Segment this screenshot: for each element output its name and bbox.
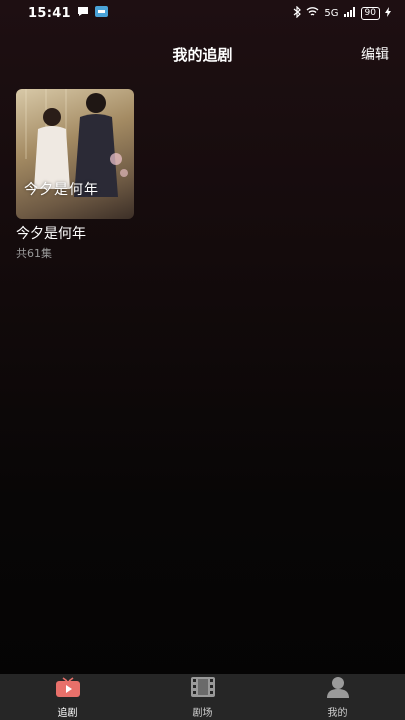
battery-icon: 90 xyxy=(360,6,380,20)
bluetooth-icon xyxy=(293,5,302,21)
tab-follow[interactable]: 追剧 xyxy=(28,676,108,719)
edit-button[interactable]: 编辑 xyxy=(361,44,389,64)
status-time: 15:41 xyxy=(28,5,71,21)
tab-label-mine: 我的 xyxy=(327,707,348,719)
poster-title: 今夕是何年 xyxy=(24,182,99,198)
wifi-icon xyxy=(306,6,319,20)
tab-label-theater: 剧场 xyxy=(192,707,213,719)
drama-title[interactable]: 今夕是何年 xyxy=(16,223,134,243)
status-left: 15:41 xyxy=(28,5,108,21)
chat-bubble-icon xyxy=(77,6,89,21)
user-icon xyxy=(325,676,351,702)
tab-mine[interactable]: 我的 xyxy=(298,676,378,719)
charging-icon xyxy=(385,6,391,20)
app-notification-icon xyxy=(94,5,108,21)
drama-card[interactable]: 今夕是何年 今夕是何年 共61集 xyxy=(16,89,134,261)
tab-theater[interactable]: 剧场 xyxy=(163,676,243,719)
episode-count: 共61集 xyxy=(16,247,52,260)
header: 我的追剧 编辑 xyxy=(0,40,405,70)
tab-label-follow: 追剧 xyxy=(57,707,78,719)
poster-art xyxy=(25,89,128,197)
status-bar: 15:41 5G 90 xyxy=(0,0,405,26)
play-tv-icon xyxy=(55,676,81,702)
status-right: 5G 90 xyxy=(293,5,391,21)
signal-icon xyxy=(343,6,356,20)
drama-poster[interactable]: 今夕是何年 xyxy=(16,89,134,219)
network-type: 5G xyxy=(324,7,339,19)
bottom-tabbar: 追剧 剧场 我的 xyxy=(0,674,405,720)
film-icon xyxy=(190,676,216,702)
page-title: 我的追剧 xyxy=(172,46,233,64)
